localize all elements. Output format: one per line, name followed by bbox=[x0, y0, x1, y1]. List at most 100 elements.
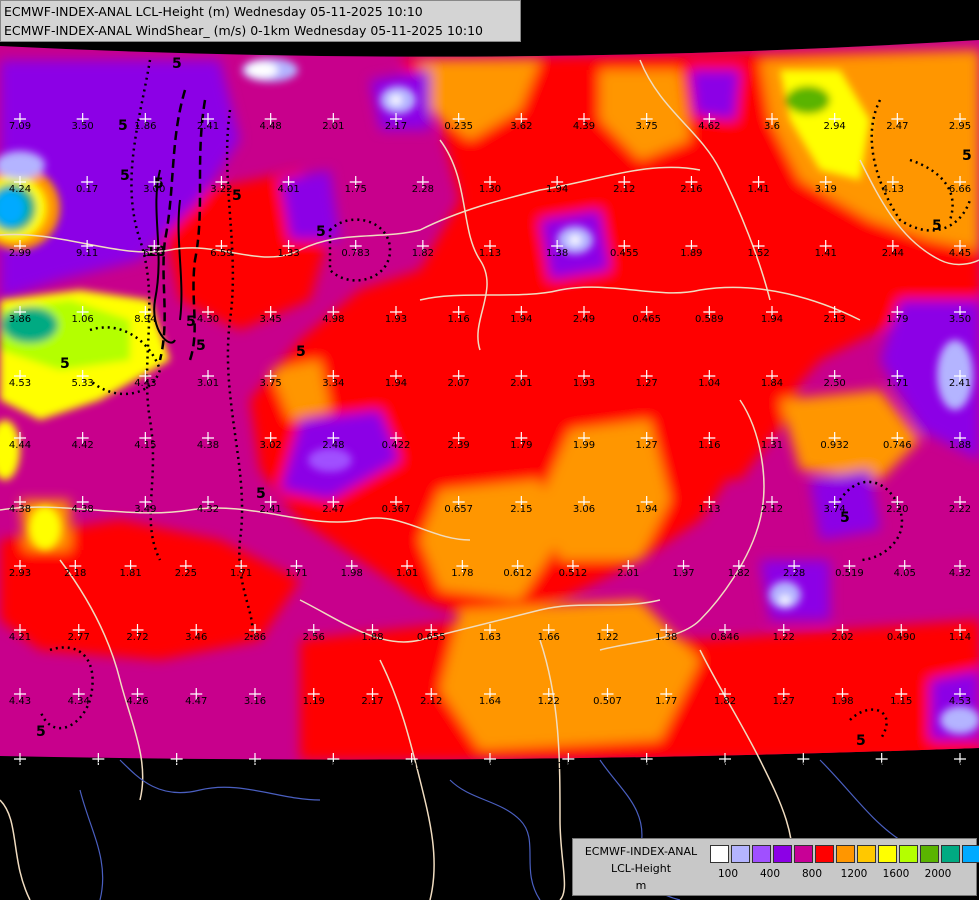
grid-point-value: 1.77 bbox=[655, 696, 677, 707]
lcl-violet-area bbox=[690, 70, 740, 120]
grid-point-value: 2.17 bbox=[385, 121, 407, 132]
grid-point-value: 3.50 bbox=[72, 121, 94, 132]
legend-swatch bbox=[899, 845, 918, 863]
grid-point-value: 4.38 bbox=[72, 504, 94, 515]
grid-point-value: 3.00 bbox=[143, 184, 165, 195]
grid-point-value: 2.15 bbox=[510, 504, 532, 515]
grid-point-value: 4.44 bbox=[9, 440, 31, 451]
legend-parameter-label: LCL-Height bbox=[610, 862, 672, 875]
grid-point-value: 4.15 bbox=[134, 440, 156, 451]
grid-point-value: 2.86 bbox=[244, 632, 266, 643]
legend-swatch bbox=[836, 845, 855, 863]
grid-point-value: 2.72 bbox=[126, 632, 148, 643]
legend-tick: 100 bbox=[717, 868, 739, 880]
grid-point-value: 3.6 bbox=[764, 121, 780, 132]
grid-point-value: 1.14 bbox=[949, 632, 971, 643]
grid-point-value: 1.06 bbox=[72, 314, 94, 325]
legend-swatch bbox=[857, 845, 876, 863]
legend-swatch bbox=[920, 845, 939, 863]
grid-point-value: 4.42 bbox=[72, 440, 94, 451]
grid-point-value: 1.27 bbox=[636, 378, 658, 389]
grid-point-value: 1.94 bbox=[510, 314, 532, 325]
grid-point-value: 1.53 bbox=[322, 761, 344, 772]
grid-point-value: 3.02 bbox=[260, 440, 282, 451]
grid-point-value: 6.33 bbox=[143, 248, 165, 259]
grid-point-value: 0.235 bbox=[444, 121, 473, 132]
legend-swatch bbox=[941, 845, 960, 863]
map-subtitle: ECMWF-INDEX-ANAL WindShear_ (m/s) 0-1km … bbox=[4, 23, 483, 38]
grid-point-value: 2.17 bbox=[361, 696, 383, 707]
grid-point-value: 2.13 bbox=[824, 314, 846, 325]
map-title-panel: ECMWF-INDEX-ANAL LCL-Height (m) Wednesda… bbox=[0, 0, 521, 42]
grid-point-value: 3.16 bbox=[244, 696, 266, 707]
grid-point-value: 1.66 bbox=[538, 632, 560, 643]
shear-contour-label: 5 bbox=[316, 224, 326, 240]
grid-point-value: 0.612 bbox=[503, 568, 532, 579]
lcl-yellow-area bbox=[29, 506, 61, 550]
grid-point-value: 1.97 bbox=[672, 568, 694, 579]
grid-point-value: 4.62 bbox=[698, 121, 720, 132]
grid-point-value: 4.32 bbox=[197, 504, 219, 515]
grid-point-value: 3.19 bbox=[815, 184, 837, 195]
grid-point-value: 3.62 bbox=[510, 121, 532, 132]
grid-point-value: 0.455 bbox=[610, 248, 639, 259]
grid-point-value: 0.746 bbox=[883, 440, 912, 451]
grid-point-value: 2.41 bbox=[949, 378, 971, 389]
grid-point-value: 3.22 bbox=[210, 184, 232, 195]
lcl-green-area bbox=[2, 307, 58, 343]
legend-swatch bbox=[962, 845, 979, 863]
grid-point-value: 2.18 bbox=[244, 761, 266, 772]
grid-point-value: 2.41 bbox=[260, 504, 282, 515]
grid-point-value: 1.41 bbox=[747, 184, 769, 195]
grid-point-value: 2.48 bbox=[322, 440, 344, 451]
grid-point-value: 4.05 bbox=[894, 568, 916, 579]
grid-point-value: 2.44 bbox=[882, 248, 904, 259]
grid-point-value: 2.41 bbox=[197, 121, 219, 132]
legend-swatches bbox=[710, 845, 979, 863]
grid-point-value: 1.64 bbox=[479, 696, 501, 707]
grid-point-value: 1.15 bbox=[890, 696, 912, 707]
grid-point-value: 2.12 bbox=[613, 184, 635, 195]
shear-contour-label: 5 bbox=[36, 724, 46, 740]
shear-contour-label: 5 bbox=[196, 338, 206, 354]
shear-contour-label: 5 bbox=[186, 314, 196, 330]
grid-point-value: 0.422 bbox=[382, 440, 411, 451]
grid-point-value: 2.22 bbox=[949, 504, 971, 515]
legend-swatch bbox=[815, 845, 834, 863]
grid-point-value: 3.04 bbox=[871, 761, 893, 772]
grid-point-value: 4.24 bbox=[9, 184, 31, 195]
grid-point-value: 1.88 bbox=[949, 440, 971, 451]
grid-point-value: 0.17 bbox=[76, 184, 98, 195]
shear-contour-label: 5 bbox=[60, 356, 70, 372]
legend-swatch bbox=[752, 845, 771, 863]
grid-point-value: 0.657 bbox=[444, 504, 473, 515]
shear-contour-label: 5 bbox=[120, 168, 130, 184]
grid-point-value: 2.77 bbox=[68, 632, 90, 643]
grid-point-value: 1.82 bbox=[412, 248, 434, 259]
grid-point-value: 1.79 bbox=[886, 314, 908, 325]
grid-point-value: 4.38 bbox=[197, 440, 219, 451]
grid-point-value: 3.49 bbox=[134, 504, 156, 515]
grid-point-value: 1.16 bbox=[698, 440, 720, 451]
shear-contour-label: 5 bbox=[932, 218, 942, 234]
grid-point-value: 1.50 bbox=[557, 761, 579, 772]
map-title: ECMWF-INDEX-ANAL LCL-Height (m) Wednesda… bbox=[4, 4, 423, 19]
grid-point-value: 1.13 bbox=[479, 248, 501, 259]
grid-point-value: 3.01 bbox=[197, 378, 219, 389]
grid-point-value: 1.79 bbox=[510, 440, 532, 451]
grid-point-value: 4.21 bbox=[9, 632, 31, 643]
legend-tick: 1200 bbox=[840, 868, 868, 880]
lcl-light-violet-area bbox=[940, 706, 979, 734]
shear-contour-label: 5 bbox=[296, 344, 306, 360]
grid-point-value: 4.38 bbox=[9, 504, 31, 515]
grid-point-value: 3.34 bbox=[322, 378, 344, 389]
weather-map: 555555555510555555 7.09 3.50 1.86 2.41 4.48 2… bbox=[0, 0, 979, 900]
grid-point-value: 2.56 bbox=[303, 632, 325, 643]
grid-point-value: 3.86 bbox=[9, 314, 31, 325]
legend-swatch bbox=[878, 845, 897, 863]
grid-point-value: 4.43 bbox=[9, 696, 31, 707]
grid-point-value: 8.94 bbox=[134, 314, 156, 325]
grid-point-value: 1.22 bbox=[538, 696, 560, 707]
grid-point-value: 2.18 bbox=[64, 568, 86, 579]
grid-point-value: 2.16 bbox=[680, 184, 702, 195]
